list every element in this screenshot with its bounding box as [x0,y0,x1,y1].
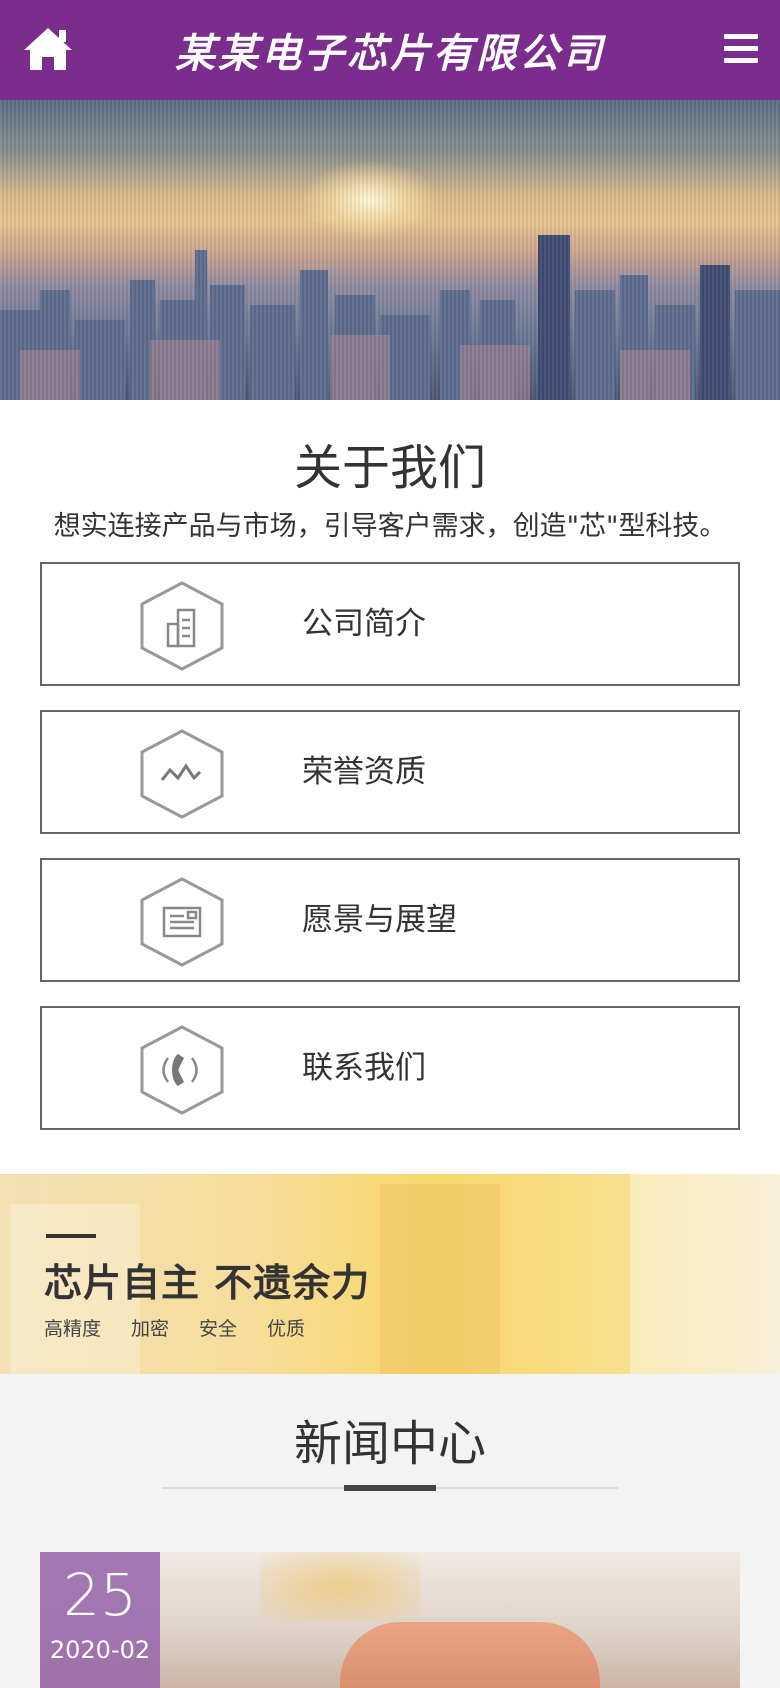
news-title: 新闻中心 [293,1416,486,1472]
phone-icon [140,1025,224,1115]
top-header: 某某电子芯片有限公司 [0,0,780,100]
card-label: 公司简介 [302,606,426,642]
brand-title: 某某电子芯片有限公司 [175,30,605,77]
card-label: 联系我们 [302,1050,426,1086]
promo-tag: 高精度 [44,1318,102,1340]
about-title: 关于我们 [293,440,486,496]
building-icon [140,581,224,671]
title-underline-accent [344,1485,436,1491]
promo-tag: 优质 [267,1318,306,1340]
wave-icon [140,729,224,819]
card-contact[interactable]: 联系我们 [40,1006,740,1130]
document-icon [140,877,224,967]
promo-tag: 安全 [199,1318,238,1340]
promo-banner: 芯片自主 不遗余力 高精度 加密 安全 优质 [0,1174,780,1374]
hero-banner [0,100,780,400]
card-honors[interactable]: 荣誉资质 [40,710,740,834]
news-date-badge: 25 2020-02 [40,1552,160,1688]
news-day: 25 [63,1561,137,1629]
home-icon[interactable] [22,26,74,72]
hamburger-menu-icon[interactable] [724,34,758,64]
promo-slogan: 芯片自主 不遗余力 [44,1261,371,1305]
promo-tag: 加密 [131,1318,170,1340]
about-subtitle: 想实连接产品与市场，引导客户需求，创造"芯"型科技。 [53,511,727,542]
promo-divider [46,1234,96,1238]
promo-tags: 高精度 加密 安全 优质 [44,1314,305,1341]
news-year-month: 2020-02 [49,1636,151,1664]
card-label: 荣誉资质 [302,754,426,790]
card-vision[interactable]: 愿景与展望 [40,858,740,982]
card-label: 愿景与展望 [302,902,457,938]
card-company-intro[interactable]: 公司简介 [40,562,740,686]
